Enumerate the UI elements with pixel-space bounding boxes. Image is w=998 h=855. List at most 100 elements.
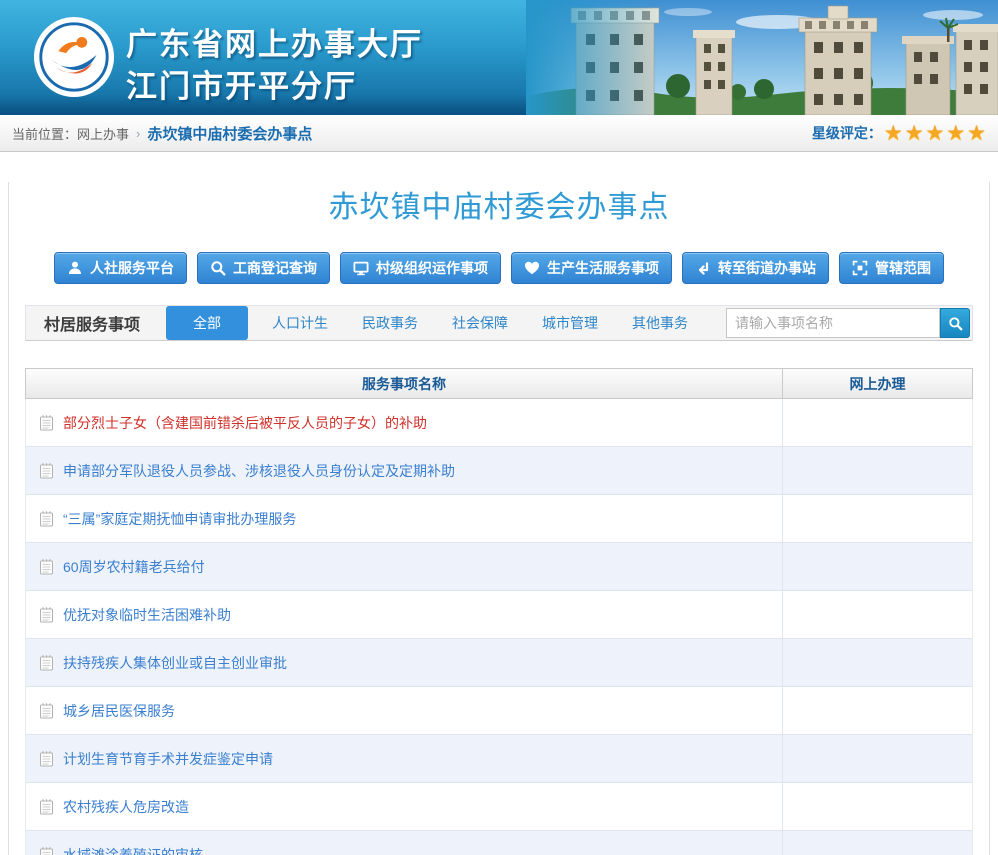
table-body: 部分烈士子女（含建国前错杀后被平反人员的子女）的补助 申请部分军队退役人员参战、… (25, 399, 973, 855)
table-row: 60周岁农村籍老兵给付 (26, 543, 972, 591)
service-name-cell: 60周岁农村籍老兵给付 (26, 543, 782, 590)
service-item-link[interactable]: 扶持残疾人集体创业或自主创业审批 (63, 653, 287, 673)
table-row: 计划生育节育手术并发症鉴定申请 (26, 735, 972, 783)
table-row: 扶持残疾人集体创业或自主创业审批 (26, 639, 972, 687)
online-handle-cell (782, 495, 972, 542)
heart-icon (524, 260, 540, 276)
table-row: 城乡居民医保服务 (26, 687, 972, 735)
online-handle-cell (782, 783, 972, 830)
search-icon (948, 316, 963, 331)
online-handle-cell (782, 447, 972, 494)
expand-icon (852, 260, 868, 276)
service-name-cell: 扶持残疾人集体创业或自主创业审批 (26, 639, 782, 686)
online-handle-cell (782, 399, 972, 446)
column-header-service-name: 服务事项名称 (26, 369, 782, 398)
breadcrumb-prefix: 当前位置： (12, 124, 77, 143)
service-item-link[interactable]: 60周岁农村籍老兵给付 (63, 557, 205, 577)
document-icon (39, 654, 54, 671)
document-icon (39, 750, 54, 767)
table-row: 农村残疾人危房改造 (26, 783, 972, 831)
table-row: 申请部分军队退役人员参战、涉核退役人员身份认定及定期补助 (26, 447, 972, 495)
button-village-org-operations[interactable]: 村级组织运作事项 (340, 252, 501, 284)
service-item-link[interactable]: 优抚对象临时生活困难补助 (63, 605, 231, 625)
photo-fade-overlay (526, 0, 658, 115)
main-content: 赤坎镇中庙村委会办事点 人社服务平台 工商登记查询 村级组织运作事项 生产生活服… (8, 182, 990, 855)
service-item-link[interactable]: 农村残疾人危房改造 (63, 797, 189, 817)
button-jurisdiction-scope[interactable]: 管辖范围 (839, 252, 944, 284)
document-icon (39, 558, 54, 575)
star-rating: ★★★★★ (882, 123, 986, 144)
tab-social-security[interactable]: 社会保障 (452, 313, 508, 333)
tab-all[interactable]: 全部 (166, 306, 248, 340)
service-name-cell: 水域滩涂养殖证的审核 (26, 831, 782, 855)
search-icon (210, 260, 226, 276)
star-icon[interactable]: ★ (946, 123, 965, 144)
service-filter-bar: 村居服务事项 全部 人口计生 民政事务 社会保障 城市管理 其他事务 (25, 305, 973, 341)
star-icon[interactable]: ★ (967, 123, 986, 144)
service-name-cell: 部分烈士子女（含建国前错杀后被平反人员的子女）的补助 (26, 399, 782, 446)
site-title: 广东省网上办事大厅 江门市开平分厅 (126, 24, 423, 108)
online-handle-cell (782, 831, 972, 855)
service-name-cell: 城乡居民医保服务 (26, 687, 782, 734)
document-icon (39, 414, 54, 431)
document-icon (39, 606, 54, 623)
person-icon (67, 260, 83, 276)
star-rating-block: 星级评定： ★★★★★ (812, 123, 986, 144)
tab-other-affairs[interactable]: 其他事务 (632, 313, 688, 333)
breadcrumb-current-page: 赤坎镇中庙村委会办事点 (147, 123, 312, 144)
service-name-cell: “三属”家庭定期抚恤申请审批办理服务 (26, 495, 782, 542)
table-row: “三属”家庭定期抚恤申请审批办理服务 (26, 495, 972, 543)
star-icon[interactable]: ★ (905, 123, 924, 144)
breadcrumb-link-online-services[interactable]: 网上办事 (77, 124, 129, 143)
service-item-link[interactable]: 城乡居民医保服务 (63, 701, 175, 721)
table-row: 优抚对象临时生活困难补助 (26, 591, 972, 639)
table-row: 水域滩涂养殖证的审核 (26, 831, 972, 855)
button-label: 生产生活服务事项 (547, 258, 659, 278)
button-production-life-services[interactable]: 生产生活服务事项 (511, 252, 672, 284)
site-banner: 广东省网上办事大厅 江门市开平分厅 (0, 0, 998, 115)
service-item-link[interactable]: 申请部分军队退役人员参战、涉核退役人员身份认定及定期补助 (63, 461, 455, 481)
document-icon (39, 798, 54, 815)
service-item-link[interactable]: 部分烈士子女（含建国前错杀后被平反人员的子女）的补助 (63, 413, 427, 433)
button-business-registration-query[interactable]: 工商登记查询 (197, 252, 330, 284)
breadcrumb-separator: › (136, 126, 140, 141)
document-icon (39, 510, 54, 527)
online-handle-cell (782, 639, 972, 686)
site-title-line1: 广东省网上办事大厅 (126, 24, 423, 66)
breadcrumb: 当前位置： 网上办事 › 赤坎镇中庙村委会办事点 (12, 123, 312, 144)
online-handle-cell (782, 591, 972, 638)
star-icon[interactable]: ★ (926, 123, 945, 144)
service-name-cell: 申请部分军队退役人员参战、涉核退役人员身份认定及定期补助 (26, 447, 782, 494)
tab-city-management[interactable]: 城市管理 (542, 313, 598, 333)
column-header-online-handling: 网上办理 (782, 369, 972, 398)
button-label: 管辖范围 (875, 258, 931, 278)
document-icon (39, 702, 54, 719)
table-header-row: 服务事项名称 网上办理 (25, 368, 973, 399)
button-label: 转至街道办事站 (718, 258, 816, 278)
button-hr-service-platform[interactable]: 人社服务平台 (54, 252, 187, 284)
online-handle-cell (782, 687, 972, 734)
service-item-link[interactable]: “三属”家庭定期抚恤申请审批办理服务 (63, 509, 296, 529)
breadcrumb-bar: 当前位置： 网上办事 › 赤坎镇中庙村委会办事点 星级评定： ★★★★★ (0, 115, 998, 152)
button-label: 村级组织运作事项 (376, 258, 488, 278)
star-icon[interactable]: ★ (884, 123, 903, 144)
site-title-line2: 江门市开平分厅 (126, 66, 423, 108)
site-logo[interactable] (33, 16, 115, 98)
toolbar: 人社服务平台 工商登记查询 村级组织运作事项 生产生活服务事项 转至街道办事站 (25, 252, 973, 284)
service-name-cell: 优抚对象临时生活困难补助 (26, 591, 782, 638)
tab-civil-affairs[interactable]: 民政事务 (362, 313, 418, 333)
search-button[interactable] (940, 308, 970, 338)
service-item-link[interactable]: 水域滩涂养殖证的审核 (63, 845, 203, 855)
service-name-cell: 计划生育节育手术并发症鉴定申请 (26, 735, 782, 782)
page-title: 赤坎镇中庙村委会办事点 (25, 182, 973, 226)
online-handle-cell (782, 543, 972, 590)
service-item-link[interactable]: 计划生育节育手术并发症鉴定申请 (63, 749, 273, 769)
search-input[interactable] (726, 308, 940, 338)
document-icon (39, 846, 54, 855)
button-label: 人社服务平台 (90, 258, 174, 278)
monitor-icon (353, 260, 369, 276)
search-group (726, 308, 970, 338)
table-row: 部分烈士子女（含建国前错杀后被平反人员的子女）的补助 (26, 399, 972, 447)
button-go-to-street-office[interactable]: 转至街道办事站 (682, 252, 829, 284)
tab-population-family-planning[interactable]: 人口计生 (272, 313, 328, 333)
